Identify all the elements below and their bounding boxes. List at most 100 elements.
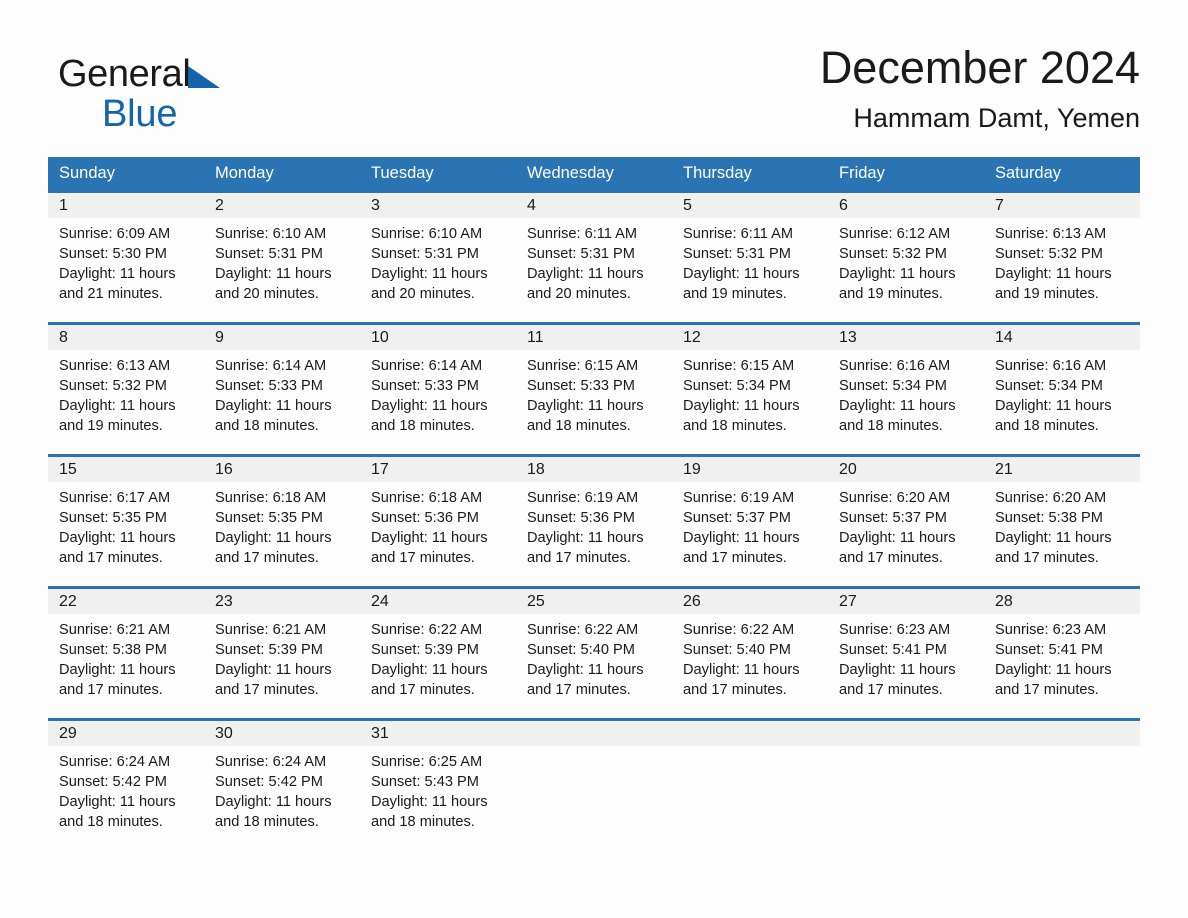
calendar-day-cell[interactable]: 22 Sunrise: 6:21 AM Sunset: 5:38 PM Dayligh… — [48, 586, 204, 716]
sunrise-text: Sunrise: 6:20 AM — [839, 490, 951, 506]
sunset-text: Sunset: 5:37 PM — [683, 510, 791, 526]
calendar-day-cell[interactable]: 19 Sunrise: 6:19 AM Sunset: 5:37 PM Dayligh… — [672, 454, 828, 584]
day-number: 2 — [215, 197, 224, 214]
day-number-band: 21 — [984, 457, 1140, 482]
day-number-band — [984, 721, 1140, 746]
calendar-day-cell[interactable]: 1 Sunrise: 6:09 AM Sunset: 5:30 PM Daylight… — [48, 190, 204, 320]
sunrise-text: Sunrise: 6:16 AM — [995, 358, 1107, 374]
calendar-day-cell[interactable]: 5 Sunrise: 6:11 AM Sunset: 5:31 PM Daylight… — [672, 190, 828, 320]
sunrise-text: Sunrise: 6:24 AM — [215, 754, 327, 770]
daylight-text: Daylight: 11 hours and 17 minutes. — [59, 530, 176, 566]
sunset-text: Sunset: 5:32 PM — [59, 378, 167, 394]
daylight-text: Daylight: 11 hours and 18 minutes. — [371, 398, 488, 434]
day-number-band: 17 — [360, 457, 516, 482]
sunrise-text: Sunrise: 6:19 AM — [527, 490, 639, 506]
day-details: Sunrise: 6:22 AM Sunset: 5:40 PM Daylight:… — [672, 614, 828, 700]
calendar-week-row: 15 Sunrise: 6:17 AM Sunset: 5:35 PM Dayligh… — [48, 454, 1140, 584]
day-number: 4 — [527, 197, 536, 214]
day-details: Sunrise: 6:11 AM Sunset: 5:31 PM Daylight:… — [516, 218, 672, 304]
calendar-day-cell-empty — [516, 718, 672, 848]
daylight-text: Daylight: 11 hours and 18 minutes. — [683, 398, 800, 434]
calendar-day-cell[interactable]: 3 Sunrise: 6:10 AM Sunset: 5:31 PM Daylight… — [360, 190, 516, 320]
calendar-day-cell[interactable]: 23 Sunrise: 6:21 AM Sunset: 5:39 PM Dayligh… — [204, 586, 360, 716]
daylight-text: Daylight: 11 hours and 21 minutes. — [59, 266, 176, 302]
calendar-day-cell[interactable]: 18 Sunrise: 6:19 AM Sunset: 5:36 PM Dayligh… — [516, 454, 672, 584]
day-number: 18 — [527, 461, 545, 478]
day-number: 12 — [683, 329, 701, 346]
sunrise-text: Sunrise: 6:15 AM — [683, 358, 795, 374]
calendar-weeks: 1 Sunrise: 6:09 AM Sunset: 5:30 PM Daylight… — [48, 190, 1140, 848]
calendar-day-cell[interactable]: 2 Sunrise: 6:10 AM Sunset: 5:31 PM Daylight… — [204, 190, 360, 320]
calendar-day-cell[interactable]: 11 Sunrise: 6:15 AM Sunset: 5:33 PM Dayligh… — [516, 322, 672, 452]
sunset-text: Sunset: 5:42 PM — [215, 774, 323, 790]
daylight-text: Daylight: 11 hours and 18 minutes. — [215, 398, 332, 434]
sunrise-text: Sunrise: 6:20 AM — [995, 490, 1107, 506]
day-details: Sunrise: 6:24 AM Sunset: 5:42 PM Daylight:… — [204, 746, 360, 832]
calendar-day-cell[interactable]: 26 Sunrise: 6:22 AM Sunset: 5:40 PM Dayligh… — [672, 586, 828, 716]
day-details: Sunrise: 6:22 AM Sunset: 5:40 PM Daylight:… — [516, 614, 672, 700]
day-number-band: 15 — [48, 457, 204, 482]
day-details: Sunrise: 6:23 AM Sunset: 5:41 PM Daylight:… — [828, 614, 984, 700]
calendar-day-cell[interactable]: 7 Sunrise: 6:13 AM Sunset: 5:32 PM Daylight… — [984, 190, 1140, 320]
daylight-text: Daylight: 11 hours and 17 minutes. — [371, 662, 488, 698]
calendar-day-cell[interactable]: 9 Sunrise: 6:14 AM Sunset: 5:33 PM Daylight… — [204, 322, 360, 452]
calendar-day-cell[interactable]: 20 Sunrise: 6:20 AM Sunset: 5:37 PM Dayligh… — [828, 454, 984, 584]
sunrise-text: Sunrise: 6:16 AM — [839, 358, 951, 374]
daylight-text: Daylight: 11 hours and 17 minutes. — [839, 662, 956, 698]
day-number: 21 — [995, 461, 1013, 478]
day-number-band: 13 — [828, 325, 984, 350]
calendar-day-cell[interactable]: 27 Sunrise: 6:23 AM Sunset: 5:41 PM Dayligh… — [828, 586, 984, 716]
calendar-day-cell[interactable]: 30 Sunrise: 6:24 AM Sunset: 5:42 PM Dayligh… — [204, 718, 360, 848]
day-details: Sunrise: 6:20 AM Sunset: 5:37 PM Daylight:… — [828, 482, 984, 568]
day-number-band: 7 — [984, 193, 1140, 218]
calendar-day-cell[interactable]: 4 Sunrise: 6:11 AM Sunset: 5:31 PM Daylight… — [516, 190, 672, 320]
calendar-day-cell[interactable]: 12 Sunrise: 6:15 AM Sunset: 5:34 PM Dayligh… — [672, 322, 828, 452]
calendar-day-cell[interactable]: 28 Sunrise: 6:23 AM Sunset: 5:41 PM Dayligh… — [984, 586, 1140, 716]
day-number: 5 — [683, 197, 692, 214]
sunset-text: Sunset: 5:37 PM — [839, 510, 947, 526]
calendar-day-cell[interactable]: 24 Sunrise: 6:22 AM Sunset: 5:39 PM Dayligh… — [360, 586, 516, 716]
calendar-day-cell-empty — [672, 718, 828, 848]
daylight-text: Daylight: 11 hours and 17 minutes. — [215, 530, 332, 566]
sunrise-text: Sunrise: 6:23 AM — [995, 622, 1107, 638]
day-number-band: 3 — [360, 193, 516, 218]
calendar-day-cell[interactable]: 6 Sunrise: 6:12 AM Sunset: 5:32 PM Daylight… — [828, 190, 984, 320]
sunrise-text: Sunrise: 6:12 AM — [839, 226, 951, 242]
location-subtitle: Hammam Damt, Yemen — [853, 103, 1140, 133]
sunrise-text: Sunrise: 6:10 AM — [215, 226, 327, 242]
sunset-text: Sunset: 5:33 PM — [527, 378, 635, 394]
calendar-day-cell[interactable]: 21 Sunrise: 6:20 AM Sunset: 5:38 PM Dayligh… — [984, 454, 1140, 584]
weekday-header-saturday: Saturday — [995, 164, 1062, 182]
calendar-day-cell[interactable]: 17 Sunrise: 6:18 AM Sunset: 5:36 PM Dayligh… — [360, 454, 516, 584]
calendar-day-cell[interactable]: 25 Sunrise: 6:22 AM Sunset: 5:40 PM Dayligh… — [516, 586, 672, 716]
day-number-band: 12 — [672, 325, 828, 350]
day-number: 16 — [215, 461, 233, 478]
daylight-text: Daylight: 11 hours and 17 minutes. — [683, 662, 800, 698]
sunset-text: Sunset: 5:41 PM — [995, 642, 1103, 658]
day-number-band: 11 — [516, 325, 672, 350]
day-number-band: 27 — [828, 589, 984, 614]
calendar-day-cell[interactable]: 15 Sunrise: 6:17 AM Sunset: 5:35 PM Dayligh… — [48, 454, 204, 584]
sunset-text: Sunset: 5:34 PM — [995, 378, 1103, 394]
calendar-day-cell[interactable]: 14 Sunrise: 6:16 AM Sunset: 5:34 PM Dayligh… — [984, 322, 1140, 452]
calendar-day-cell[interactable]: 13 Sunrise: 6:16 AM Sunset: 5:34 PM Dayligh… — [828, 322, 984, 452]
day-number: 9 — [215, 329, 224, 346]
day-details: Sunrise: 6:15 AM Sunset: 5:33 PM Daylight:… — [516, 350, 672, 436]
sunset-text: Sunset: 5:35 PM — [215, 510, 323, 526]
daylight-text: Daylight: 11 hours and 17 minutes. — [527, 530, 644, 566]
day-details: Sunrise: 6:11 AM Sunset: 5:31 PM Daylight:… — [672, 218, 828, 304]
calendar-day-cell[interactable]: 31 Sunrise: 6:25 AM Sunset: 5:43 PM Dayligh… — [360, 718, 516, 848]
daylight-text: Daylight: 11 hours and 19 minutes. — [839, 266, 956, 302]
daylight-text: Daylight: 11 hours and 18 minutes. — [215, 794, 332, 830]
calendar-day-cell[interactable]: 29 Sunrise: 6:24 AM Sunset: 5:42 PM Dayligh… — [48, 718, 204, 848]
calendar-week-row: 8 Sunrise: 6:13 AM Sunset: 5:32 PM Daylight… — [48, 322, 1140, 452]
daylight-text: Daylight: 11 hours and 17 minutes. — [839, 530, 956, 566]
sunset-text: Sunset: 5:42 PM — [59, 774, 167, 790]
calendar-day-cell[interactable]: 10 Sunrise: 6:14 AM Sunset: 5:33 PM Dayligh… — [360, 322, 516, 452]
calendar-day-cell[interactable]: 8 Sunrise: 6:13 AM Sunset: 5:32 PM Daylight… — [48, 322, 204, 452]
day-details: Sunrise: 6:19 AM Sunset: 5:37 PM Daylight:… — [672, 482, 828, 568]
calendar-day-cell[interactable]: 16 Sunrise: 6:18 AM Sunset: 5:35 PM Dayligh… — [204, 454, 360, 584]
sunrise-text: Sunrise: 6:19 AM — [683, 490, 795, 506]
sunrise-text: Sunrise: 6:15 AM — [527, 358, 639, 374]
logo-word-general: General — [58, 53, 191, 95]
